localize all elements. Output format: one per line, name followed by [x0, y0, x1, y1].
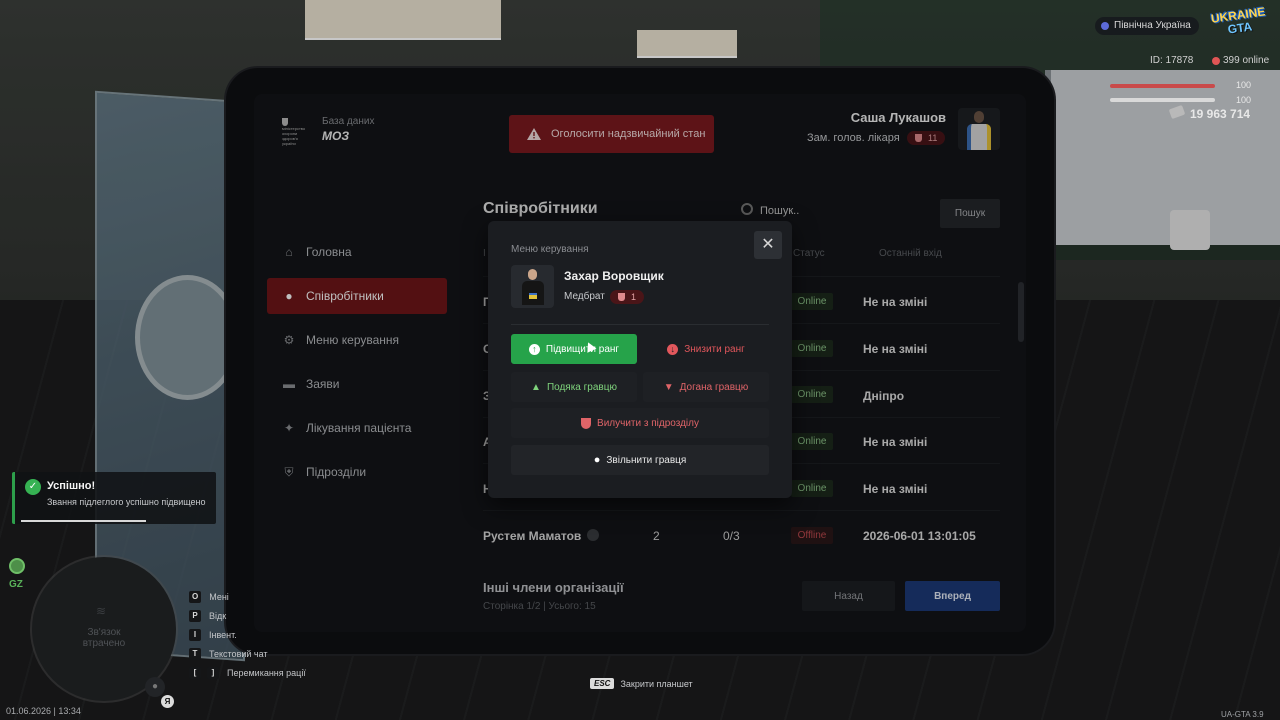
datetime: 01.06.2026 | 13:34: [6, 706, 81, 716]
shield-minus-icon: [581, 417, 592, 429]
key-cap: I: [189, 628, 201, 641]
online-icon: [1212, 56, 1220, 65]
employee-avatar: [511, 265, 554, 308]
demote-button[interactable]: ↓ Знизити ранг: [643, 334, 769, 364]
employee-rank: 1: [631, 292, 637, 302]
notification-text: Звання підлеглого успішно підвищено: [47, 497, 206, 507]
check-icon: ✓: [25, 479, 41, 495]
money-value: 19 963 714: [1190, 107, 1251, 121]
game-version: UA-GTA 3.9: [1221, 710, 1264, 719]
success-notification: ✓ Успішно! Звання підлеглого успішно під…: [12, 472, 216, 524]
no-signal-icon: ≋: [96, 604, 107, 618]
demote-label: Знизити ранг: [684, 343, 745, 355]
notification-progress: [21, 520, 146, 522]
promote-label: Підвищити ранг: [545, 343, 620, 355]
key-pair: [ ]: [189, 666, 219, 679]
employee-role: Медбрат: [564, 291, 605, 302]
keybind-row: T Текстовий чат: [189, 646, 306, 661]
rank-shield-icon: [618, 293, 625, 301]
key-label: Відк: [209, 610, 227, 621]
employee-name: Захар Воровщик: [564, 269, 664, 283]
close-icon: ✕: [761, 236, 775, 253]
armor-value: 100: [1236, 95, 1252, 105]
minimap-status: Зв'язок втрачено: [82, 627, 126, 649]
key-label: Мені: [209, 591, 229, 602]
promote-button[interactable]: ↑ Підвищити ранг: [511, 334, 637, 364]
reprimand-label: Догана гравцю: [679, 381, 749, 393]
keybind-hints: O Мені P Відк I Інвент. T Текстовий чат …: [189, 589, 306, 684]
thanks-button[interactable]: ▲ Подяка гравцю: [511, 372, 637, 402]
key-cap: ]: [207, 666, 219, 679]
esc-key: ESC: [590, 678, 615, 689]
thumbs-down-icon: ▼: [663, 381, 674, 393]
health-value: 100: [1236, 80, 1252, 90]
reprimand-button[interactable]: ▼ Догана гравцю: [643, 372, 769, 402]
user-remove-icon: ●: [593, 454, 601, 466]
online-label: 399 online: [1223, 55, 1270, 66]
gz-label: GZ: [9, 579, 23, 590]
region-label: Північна Україна: [1114, 20, 1191, 31]
key-label: Перемикання рації: [227, 667, 306, 678]
keybind-row: I Інвент.: [189, 627, 306, 642]
key-cap: P: [189, 609, 201, 622]
arrow-up-icon: ↑: [528, 343, 540, 355]
key-label: Текстовий чат: [209, 648, 268, 659]
modal-divider: [511, 324, 769, 325]
region-icon: [1101, 22, 1109, 30]
key-label: Інвент.: [209, 629, 237, 640]
close-tablet-hint: ESC Закрити планшет: [590, 678, 693, 689]
microphone-icon: ●: [145, 677, 165, 697]
keybind-row: O Мені: [189, 589, 306, 604]
close-tablet-label: Закрити планшет: [620, 678, 693, 689]
dismiss-button[interactable]: ● Звільнити гравця: [511, 445, 769, 475]
key-cap: [: [189, 666, 201, 679]
exclude-label: Вилучити з підрозділу: [597, 417, 699, 429]
keybind-row: P Відк: [189, 608, 306, 623]
close-button[interactable]: ✕: [754, 231, 782, 259]
exclude-from-division-button[interactable]: Вилучити з підрозділу: [511, 408, 769, 438]
armor-bar: [1110, 98, 1215, 102]
player-id: ID: 17878: [1150, 55, 1194, 66]
key-cap: T: [189, 647, 201, 660]
region-indicator: Північна Україна: [1095, 17, 1199, 35]
health-bar: [1110, 84, 1215, 88]
modal-title: Меню керування: [511, 244, 589, 255]
keybind-row: [ ] Перемикання рації: [189, 665, 306, 680]
thanks-label: Подяка гравцю: [546, 381, 617, 393]
employee-rank-badge: 1: [610, 290, 645, 304]
online-count: 399 online: [1212, 55, 1269, 66]
mic-key: Я: [161, 695, 174, 708]
gz-icon: [9, 558, 25, 574]
notification-title: Успішно!: [47, 480, 96, 492]
dismiss-label: Звільнити гравця: [606, 454, 687, 466]
arrow-down-icon: ↓: [667, 343, 679, 355]
thumbs-up-icon: ▲: [531, 381, 541, 393]
key-cap: O: [189, 590, 202, 603]
